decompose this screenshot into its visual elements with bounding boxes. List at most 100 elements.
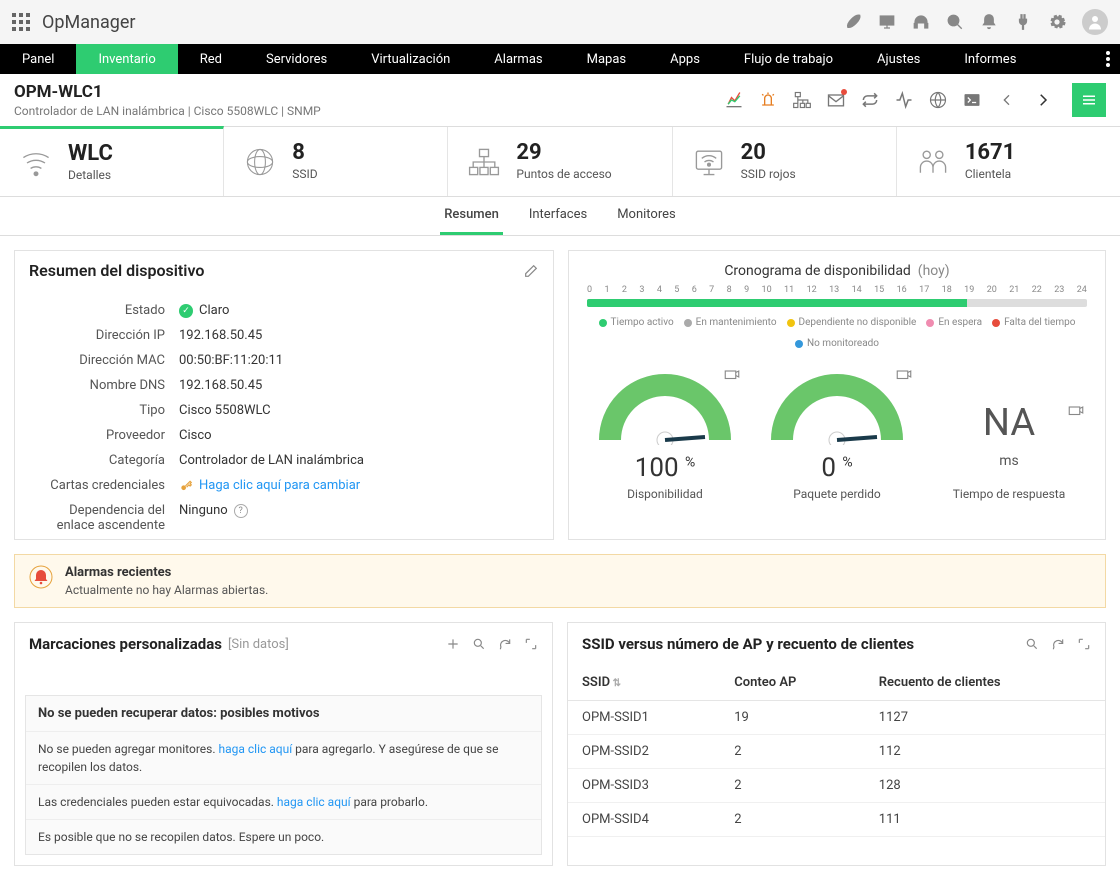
nav-item-virtualización[interactable]: Virtualización <box>349 44 472 74</box>
dns-value: 192.168.50.45 <box>179 378 539 393</box>
nav-item-red[interactable]: Red <box>178 44 244 74</box>
tick: 22 <box>1032 285 1042 295</box>
tick: 21 <box>1009 285 1019 295</box>
nav-item-ajustes[interactable]: Ajustes <box>855 44 942 74</box>
refresh-icon[interactable] <box>498 637 512 651</box>
vendor-label: Proveedor <box>29 428 179 443</box>
rocket-icon[interactable] <box>844 13 862 31</box>
reason-1-link[interactable]: haga clic aquí <box>218 742 292 756</box>
stat-icon <box>242 144 278 180</box>
alarm-bell-icon <box>29 565 53 589</box>
search-icon[interactable] <box>946 13 964 31</box>
tab-monitores[interactable]: Monitores <box>613 207 680 235</box>
user-avatar-icon[interactable] <box>1082 9 1108 35</box>
presentation-icon[interactable] <box>878 13 896 31</box>
globe-icon[interactable] <box>928 90 948 110</box>
help-icon[interactable]: ? <box>234 504 248 518</box>
type-value: Cisco 5508WLC <box>179 403 539 418</box>
stat-value: 20 <box>741 142 796 164</box>
nav-item-servidores[interactable]: Servidores <box>244 44 349 74</box>
expand-icon[interactable] <box>1077 637 1091 651</box>
gauge-disponibilidad: 100 %Disponibilidad <box>579 365 751 501</box>
sync-icon[interactable] <box>860 90 880 110</box>
nav-item-panel[interactable]: Panel <box>0 44 76 74</box>
availability-panel: Cronograma de disponibilidad (hoy) 01234… <box>568 250 1106 540</box>
bell-icon[interactable] <box>980 13 998 31</box>
stat-value: 8 <box>292 142 317 164</box>
tab-resumen[interactable]: Resumen <box>440 207 503 235</box>
stat-card-ssid-rojos[interactable]: 20 SSID rojos <box>673 127 897 196</box>
device-name: OPM-WLC1 <box>14 82 321 102</box>
network-icon[interactable] <box>792 90 812 110</box>
tick: 23 <box>1054 285 1064 295</box>
ssid-panel-title: SSID versus número de AP y recuento de c… <box>582 635 914 653</box>
stat-card-clientela[interactable]: 1671Clientela <box>897 127 1120 196</box>
chevron-right-icon[interactable] <box>1032 89 1054 111</box>
nav-item-mapas[interactable]: Mapas <box>565 44 649 74</box>
table-row[interactable]: OPM-SSID42111 <box>568 803 1105 837</box>
brand-title: OpManager <box>42 12 135 33</box>
nav-item-inventario[interactable]: Inventario <box>76 44 177 74</box>
tick: 2 <box>622 285 627 295</box>
ssid-panel: SSID versus número de AP y recuento de c… <box>567 622 1106 866</box>
tab-interfaces[interactable]: Interfaces <box>525 207 591 235</box>
stat-icon <box>915 144 951 180</box>
hamburger-menu-button[interactable] <box>1072 83 1106 117</box>
gauge-settings-icon[interactable] <box>1067 401 1085 419</box>
add-icon[interactable] <box>446 637 460 651</box>
stat-label: Puntos de acceso <box>516 167 611 181</box>
refresh-icon[interactable] <box>1051 637 1065 651</box>
alarms-title: Alarmas recientes <box>65 565 268 580</box>
reason-2-link[interactable]: haga clic aquí <box>277 795 351 809</box>
headset-icon[interactable] <box>912 13 930 31</box>
tick: 14 <box>852 285 862 295</box>
device-summary-title: Resumen del dispositivo <box>29 261 204 280</box>
table-row[interactable]: OPM-SSID1191127 <box>568 701 1105 735</box>
no-data-label: [Sin datos] <box>228 637 289 652</box>
search-icon[interactable] <box>1025 637 1039 651</box>
plug-icon[interactable] <box>1014 13 1032 31</box>
tick: 11 <box>784 285 794 295</box>
tick: 17 <box>919 285 929 295</box>
table-row[interactable]: OPM-SSID32128 <box>568 769 1105 803</box>
tick: 19 <box>964 285 974 295</box>
gauge-settings-icon[interactable] <box>895 365 913 383</box>
legend-item: No monitoreado <box>795 338 879 349</box>
tick: 4 <box>657 285 662 295</box>
reason-2: Las credenciales pueden estar equivocada… <box>26 784 541 819</box>
gauge-settings-icon[interactable] <box>723 365 741 383</box>
nav-more-icon[interactable] <box>1096 44 1120 74</box>
tick: 8 <box>727 285 732 295</box>
nav-item-informes[interactable]: Informes <box>942 44 1038 74</box>
chart-icon[interactable] <box>724 90 744 110</box>
custom-dials-title: Marcaciones personalizadas <box>29 635 222 653</box>
expand-icon[interactable] <box>524 637 538 651</box>
tick: 16 <box>897 285 907 295</box>
stat-card-ssid[interactable]: 8SSID <box>224 127 448 196</box>
ap-count-header[interactable]: Conteo AP <box>720 665 865 701</box>
activity-icon[interactable] <box>894 90 914 110</box>
alert-siren-icon[interactable] <box>758 90 778 110</box>
chevron-left-icon[interactable] <box>996 89 1018 111</box>
status-label: Estado <box>29 303 179 318</box>
change-credentials-link[interactable]: Haga clic aquí para cambiar <box>199 478 360 493</box>
nav-item-alarmas[interactable]: Alarmas <box>472 44 564 74</box>
nav-item-flujo-de-trabajo[interactable]: Flujo de trabajo <box>722 44 855 74</box>
client-count-header[interactable]: Recuento de clientes <box>865 665 1105 701</box>
gear-icon[interactable] <box>1048 13 1066 31</box>
stat-label: SSID rojos <box>741 167 796 181</box>
stat-card-puntos-de-acceso[interactable]: 29Puntos de acceso <box>448 127 672 196</box>
main-nav: PanelInventarioRedServidoresVirtualizaci… <box>0 44 1120 74</box>
search-icon[interactable] <box>472 637 486 651</box>
nav-item-apps[interactable]: Apps <box>648 44 722 74</box>
apps-grid-icon[interactable] <box>12 13 30 31</box>
ssid-header[interactable]: SSID <box>568 665 720 701</box>
table-row[interactable]: OPM-SSID22112 <box>568 735 1105 769</box>
type-label: Tipo <box>29 403 179 418</box>
credentials-label: Cartas credenciales <box>29 478 179 493</box>
mail-icon[interactable] <box>826 90 846 110</box>
stat-card-detalles[interactable]: WLCDetalles <box>0 126 224 196</box>
ip-label: Dirección IP <box>29 328 179 343</box>
terminal-icon[interactable] <box>962 90 982 110</box>
edit-icon[interactable] <box>523 263 539 279</box>
